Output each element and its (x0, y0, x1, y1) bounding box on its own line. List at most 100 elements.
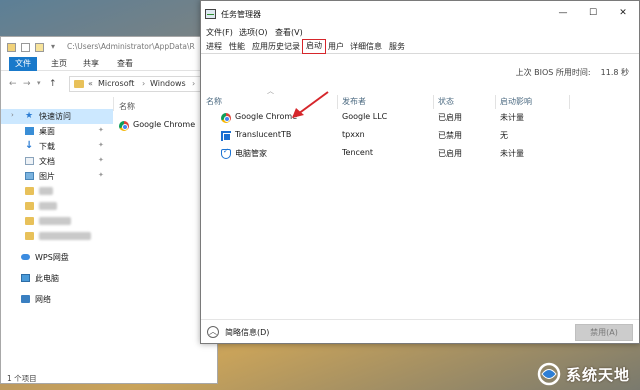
column-header-name[interactable]: 名称 (119, 101, 135, 112)
annotation-arrow (292, 91, 329, 118)
file-name: Google Chrome (133, 120, 196, 129)
redacted-label (39, 187, 53, 195)
folder-icon (25, 202, 34, 210)
explorer-titlebar: ▾ C:\Users\Administrator\AppData\R (1, 37, 217, 57)
tab-services[interactable]: 服务 (389, 40, 405, 54)
watermark-logo-icon (537, 362, 561, 386)
ribbon-tab-file[interactable]: 文件 (9, 57, 37, 71)
cell-name: Google Chrome (235, 112, 298, 121)
disable-button[interactable]: 禁用(A) (575, 324, 633, 341)
menu-bar: 文件(F) 选项(O) 查看(V) (201, 26, 639, 40)
task-manager-footer: ︿ 简略信息(D) 禁用(A) (201, 319, 639, 343)
menu-options[interactable]: 选项(O) (239, 26, 268, 40)
minimize-button[interactable]: — (551, 5, 575, 22)
pane-divider (113, 97, 114, 111)
breadcrumb-windows[interactable]: Windows (150, 79, 186, 88)
cell-name: TranslucentTB (235, 130, 292, 139)
nav-item-network[interactable]: 网络 (1, 292, 113, 307)
customize-quick-access-icon[interactable]: ▾ (51, 42, 55, 51)
tab-app-history[interactable]: 应用历史记录 (252, 40, 300, 54)
nav-item-folder-3[interactable] (1, 214, 113, 229)
column-divider[interactable] (569, 95, 570, 109)
new-folder-icon[interactable] (35, 43, 44, 52)
pin-icon: ✦ (98, 126, 104, 134)
download-icon: ↓ (25, 140, 34, 151)
forward-arrow-icon[interactable]: → (23, 79, 31, 89)
ribbon-tab-view[interactable]: 查看 (117, 57, 133, 71)
nav-item-quick-access[interactable]: › ★ 快速访问 (1, 109, 113, 124)
nav-label: 网络 (35, 295, 51, 304)
desktop-icon (25, 127, 34, 135)
nav-item-downloads[interactable]: ↓ 下载 ✦ (1, 139, 113, 154)
last-bios-time: 上次 BIOS 所用时间: 11.8 秒 (516, 67, 629, 78)
table-row-tencent-pc-manager[interactable]: 电脑管家 Tencent 已启用 未计量 (201, 145, 639, 163)
pin-icon: ✦ (98, 171, 104, 179)
nav-item-pictures[interactable]: 图片 ✦ (1, 169, 113, 184)
tab-users[interactable]: 用户 (328, 40, 344, 54)
column-header-name[interactable]: 名称 (206, 95, 222, 109)
cell-startup-impact: 无 (500, 131, 508, 140)
chrome-icon (119, 121, 129, 131)
star-icon: ★ (25, 111, 34, 121)
nav-item-folder-4[interactable] (1, 229, 113, 244)
nav-label: 文档 (39, 157, 55, 166)
cell-status: 已启用 (438, 149, 462, 158)
nav-item-wps-cloud[interactable]: WPS网盘 (1, 250, 113, 265)
column-header-status[interactable]: 状态 (438, 95, 454, 109)
menu-file[interactable]: 文件(F) (206, 26, 233, 40)
close-button[interactable]: ✕ (611, 5, 635, 22)
folder-icon (25, 232, 34, 240)
tab-performance[interactable]: 性能 (229, 40, 245, 54)
breadcrumb-overflow[interactable]: « (88, 79, 93, 88)
file-explorer-window: ▾ C:\Users\Administrator\AppData\R 文件 主页… (0, 36, 218, 384)
nav-label: 下载 (39, 142, 55, 151)
recent-locations-icon[interactable]: ▾ (37, 79, 41, 87)
nav-item-folder-2[interactable] (1, 199, 113, 214)
ribbon-tab-home[interactable]: 主页 (51, 57, 67, 71)
pin-icon: ✦ (98, 156, 104, 164)
redacted-label (39, 217, 71, 225)
nav-item-this-pc[interactable]: 此电脑 (1, 271, 113, 286)
cell-startup-impact: 未计量 (500, 113, 524, 122)
watermark-text: 系统天地 (566, 366, 631, 384)
folder-icon (74, 80, 84, 88)
window-title: 任务管理器 (221, 10, 261, 19)
nav-item-desktop[interactable]: 桌面 ✦ (1, 124, 113, 139)
expand-chevron-icon[interactable]: › (11, 111, 14, 119)
table-row-google-chrome[interactable]: Google Chrome Google LLC 已启用 未计量 (201, 109, 639, 127)
column-divider[interactable] (433, 95, 434, 109)
nav-label: 桌面 (39, 127, 55, 136)
column-header-startup-impact[interactable]: 启动影响 (500, 95, 532, 109)
folder-icon (7, 43, 16, 52)
document-icon (25, 157, 34, 165)
up-arrow-icon[interactable]: ↑ (49, 79, 57, 89)
maximize-button[interactable]: ☐ (581, 5, 605, 22)
table-row-translucenttb[interactable]: TranslucentTB tpxxn 已禁用 无 (201, 127, 639, 145)
collapse-chevron-icon[interactable]: ︿ (207, 326, 219, 338)
back-arrow-icon[interactable]: ← (9, 79, 17, 89)
cell-name: 电脑管家 (235, 149, 267, 158)
column-divider[interactable] (495, 95, 496, 109)
tab-processes[interactable]: 进程 (206, 40, 222, 54)
nav-item-folder-1[interactable] (1, 184, 113, 199)
column-header-publisher[interactable]: 发布者 (342, 95, 366, 109)
translucenttb-icon (221, 131, 231, 141)
bios-time-value: 11.8 秒 (600, 68, 629, 77)
address-box[interactable]: « Microsoft › Windows › (69, 76, 217, 92)
nav-item-documents[interactable]: 文档 ✦ (1, 154, 113, 169)
cell-publisher: Google LLC (342, 112, 388, 121)
task-manager-titlebar[interactable]: 任务管理器 — ☐ ✕ (201, 1, 639, 26)
fewer-details-link[interactable]: 简略信息(D) (225, 327, 269, 338)
column-divider[interactable] (337, 95, 338, 109)
menu-view[interactable]: 查看(V) (275, 26, 303, 40)
ribbon-tab-share[interactable]: 共享 (83, 57, 99, 71)
computer-icon (21, 274, 30, 282)
tab-details[interactable]: 详细信息 (350, 40, 382, 54)
tab-startup[interactable]: 启动 (302, 39, 326, 54)
folder-icon (25, 217, 34, 225)
properties-icon[interactable] (21, 43, 30, 52)
breadcrumb-microsoft[interactable]: Microsoft (98, 79, 134, 88)
task-manager-window: 任务管理器 — ☐ ✕ 文件(F) 选项(O) 查看(V) 进程 性能 应用历史… (200, 0, 640, 344)
pin-icon: ✦ (98, 141, 104, 149)
breadcrumb-separator: › (142, 79, 146, 88)
